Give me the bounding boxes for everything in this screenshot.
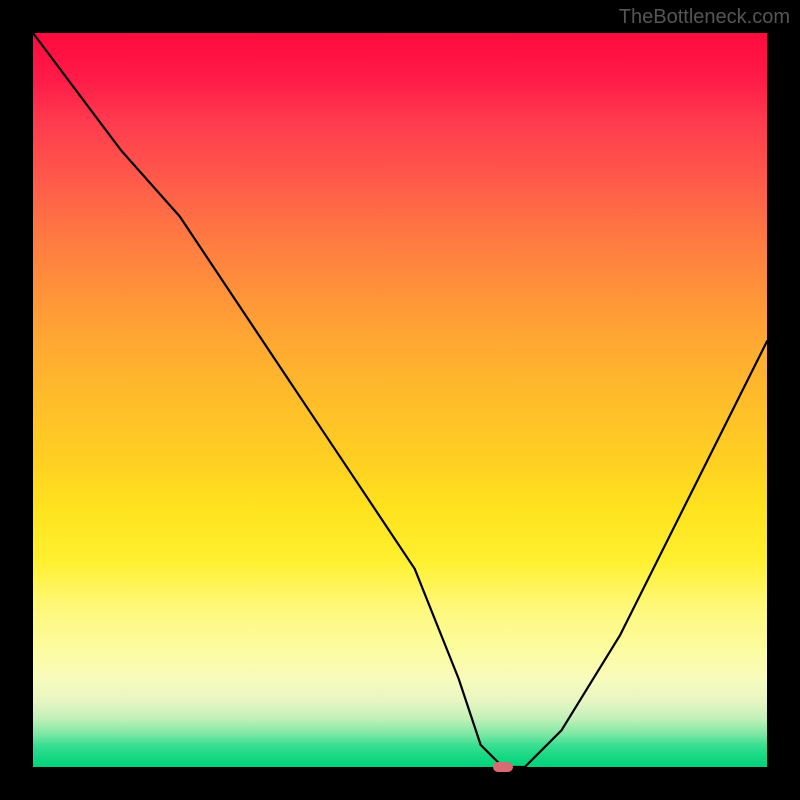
optimal-point-marker: [493, 762, 513, 772]
chart-container: TheBottleneck.com: [0, 0, 800, 800]
bottleneck-curve-path: [33, 33, 767, 767]
curve-svg: [33, 33, 767, 767]
watermark-text: TheBottleneck.com: [619, 6, 790, 29]
